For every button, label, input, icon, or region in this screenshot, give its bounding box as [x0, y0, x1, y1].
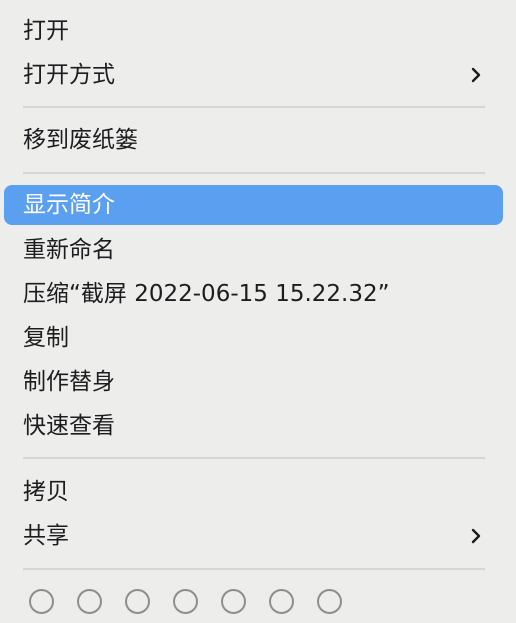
tag-circle-icon[interactable] [29, 589, 54, 614]
menu-item-label: 打开 [23, 18, 69, 44]
tag-circle-icon[interactable] [269, 589, 294, 614]
menu-separator [23, 457, 485, 459]
tag-circle-icon[interactable] [77, 589, 102, 614]
menu-item-quick-look[interactable]: 快速查看 [4, 406, 503, 446]
menu-item-label: 打开方式 [23, 62, 115, 88]
menu-item-make-alias[interactable]: 制作替身 [4, 362, 503, 402]
menu-item-compress[interactable]: 压缩“截屏 2022-06-15 15.22.32” [4, 274, 503, 314]
menu-item-share[interactable]: 共享 [4, 516, 503, 556]
menu-item-label: 压缩“截屏 2022-06-15 15.22.32” [23, 281, 390, 307]
tag-circle-icon[interactable] [317, 589, 342, 614]
tag-circle-icon[interactable] [221, 589, 246, 614]
menu-item-label: 快速查看 [23, 413, 115, 439]
menu-item-label: 显示简介 [23, 192, 115, 218]
menu-item-get-info[interactable]: 显示简介 [4, 185, 503, 225]
menu-item-open-with[interactable]: 打开方式 [4, 55, 503, 95]
menu-item-label: 重新命名 [23, 237, 115, 263]
menu-item-label: 拷贝 [23, 479, 69, 505]
tag-circle-icon[interactable] [125, 589, 150, 614]
menu-item-rename[interactable]: 重新命名 [4, 230, 503, 270]
menu-separator [23, 568, 485, 570]
chevron-right-icon [471, 528, 481, 544]
context-menu: 打开 打开方式 移到废纸篓 显示简介 重新命名 压缩“截屏 2022-06-15… [0, 0, 516, 623]
tag-circle-icon[interactable] [173, 589, 198, 614]
menu-item-label: 移到废纸篓 [23, 127, 138, 153]
menu-item-label: 共享 [23, 523, 69, 549]
menu-item-duplicate[interactable]: 复制 [4, 318, 503, 358]
menu-item-copy[interactable]: 拷贝 [4, 472, 503, 512]
menu-item-move-to-trash[interactable]: 移到废纸篓 [4, 120, 503, 160]
menu-separator [23, 172, 485, 174]
menu-item-label: 制作替身 [23, 369, 115, 395]
menu-separator [23, 106, 485, 108]
chevron-right-icon [471, 67, 481, 83]
menu-item-label: 复制 [23, 325, 69, 351]
menu-item-open[interactable]: 打开 [4, 11, 503, 51]
